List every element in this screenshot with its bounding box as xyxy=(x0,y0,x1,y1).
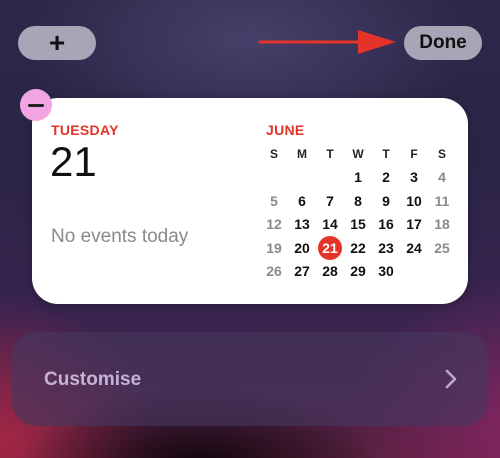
calendar-day: 28 xyxy=(322,263,338,280)
calendar-day: 4 xyxy=(438,169,446,186)
calendar-day-empty xyxy=(316,166,344,190)
calendar-day: 16 xyxy=(378,216,394,233)
arrow-icon xyxy=(258,30,396,54)
calendar-week-row: 19 20 21 22 23 24 25 xyxy=(260,235,456,260)
calendar-day: 23 xyxy=(378,239,394,256)
calendar-week-row: 26 27 28 29 30 xyxy=(260,260,456,284)
calendar-day: 19 xyxy=(266,239,282,256)
today-marker: 21 xyxy=(318,235,342,260)
calendar-day: 24 xyxy=(406,239,422,256)
weekday-header: S xyxy=(437,146,446,161)
calendar-day: 11 xyxy=(434,192,450,209)
calendar-day: 26 xyxy=(266,263,282,280)
calendar-day-empty xyxy=(260,166,288,190)
calendar-day: 10 xyxy=(406,192,422,209)
customise-label: Customise xyxy=(44,369,142,390)
customise-button[interactable]: Customise xyxy=(12,332,488,426)
chevron-right-icon xyxy=(445,369,457,389)
calendar-day: 8 xyxy=(354,192,362,209)
minus-icon xyxy=(28,103,44,107)
weekday-header: M xyxy=(297,146,307,161)
day-number: 21 xyxy=(50,138,97,185)
weekday-header: T xyxy=(382,146,390,161)
day-name: TUESDAY xyxy=(51,122,119,138)
calendar-day-empty xyxy=(288,166,316,190)
month-label: JUNE xyxy=(266,122,305,138)
weekday-header: F xyxy=(410,146,418,161)
remove-widget-button[interactable] xyxy=(20,89,52,121)
calendar-day: 5 xyxy=(270,192,278,209)
calendar-day-today: 21 xyxy=(316,235,344,260)
calendar-week-row: 5 6 7 8 9 10 11 xyxy=(260,189,456,213)
calendar-day: 18 xyxy=(434,216,450,233)
calendar-day: 22 xyxy=(350,239,366,256)
calendar-week-row: 1 2 3 4 xyxy=(260,166,456,190)
calendar-week-row: 12 13 14 15 16 17 18 xyxy=(260,213,456,237)
done-button[interactable]: Done xyxy=(404,26,482,60)
calendar-day: 7 xyxy=(326,192,334,209)
events-status: No events today xyxy=(51,226,189,247)
weekday-header: W xyxy=(352,146,364,161)
calendar-day: 17 xyxy=(406,216,422,233)
calendar-day: 14 xyxy=(322,216,338,233)
month-calendar-grid: S M T W T F S 1 2 3 4 5 6 7 8 9 10 11 12 13 14 15 16 17 1… xyxy=(260,142,456,283)
calendar-day-empty xyxy=(400,260,428,284)
calendar-day: 6 xyxy=(298,192,306,209)
calendar-day: 30 xyxy=(378,263,394,280)
calendar-day: 13 xyxy=(294,216,310,233)
calendar-day: 12 xyxy=(266,216,282,233)
weekday-header: T xyxy=(326,146,334,161)
calendar-day: 1 xyxy=(354,169,362,186)
calendar-day: 15 xyxy=(350,216,366,233)
calendar-day: 25 xyxy=(434,239,450,256)
calendar-day: 29 xyxy=(350,263,366,280)
calendar-day: 20 xyxy=(294,239,310,256)
calendar-widget[interactable]: TUESDAY 21 No events today JUNE S M T W … xyxy=(32,98,468,304)
calendar-day: 27 xyxy=(294,263,310,280)
calendar-day: 2 xyxy=(382,169,390,186)
calendar-day: 9 xyxy=(382,192,390,209)
calendar-day: 3 xyxy=(410,169,418,186)
calendar-day-empty xyxy=(428,260,456,284)
weekday-header: S xyxy=(269,146,278,161)
add-widget-button[interactable]: + xyxy=(18,26,96,60)
weekday-header-row: S M T W T F S xyxy=(260,142,456,166)
